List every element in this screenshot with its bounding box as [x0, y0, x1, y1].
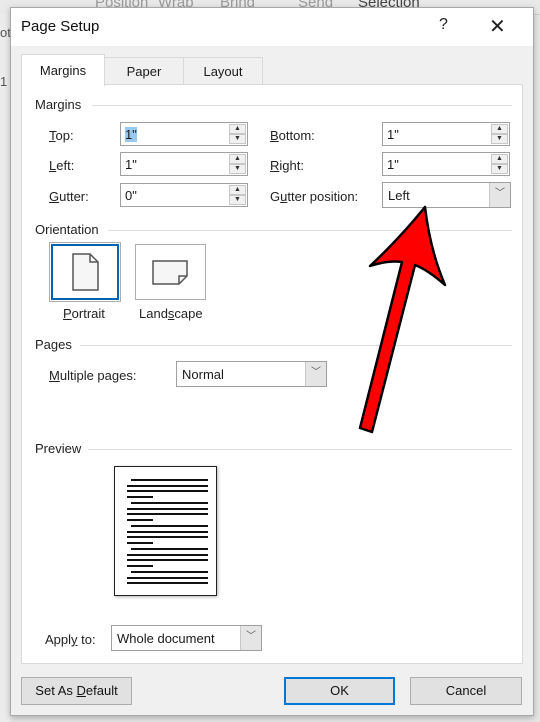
top-margin-spinner[interactable]: 1" ▲ ▼: [120, 122, 248, 146]
margins-group-title: Margins: [35, 97, 82, 112]
spin-down-icon[interactable]: ▼: [229, 164, 246, 174]
spin-up-icon[interactable]: ▲: [229, 124, 246, 134]
preview-line: [127, 496, 153, 498]
divider: [92, 105, 512, 106]
portrait-label[interactable]: Portrait: [63, 306, 105, 321]
title-bar: Page Setup ? ✕: [11, 8, 533, 46]
preview-line: [127, 554, 208, 556]
preview-line: [127, 536, 208, 538]
preview-line: [127, 485, 208, 487]
preview-line: [131, 548, 208, 550]
preview-line: [127, 565, 153, 567]
preview-line: [127, 582, 208, 584]
preview-line: [127, 531, 208, 533]
tab-margins[interactable]: Margins: [21, 54, 105, 86]
preview-line: [131, 525, 208, 527]
preview-line: [131, 479, 208, 481]
top-margin-value[interactable]: 1": [125, 127, 137, 142]
orientation-group-title: Orientation: [35, 222, 99, 237]
left-label: Left:: [49, 158, 75, 173]
page-setup-dialog: Page Setup ? ✕ Margins Paper Layout Marg…: [10, 7, 534, 716]
spin-down-icon[interactable]: ▼: [229, 134, 246, 144]
divider: [80, 345, 512, 346]
landscape-label[interactable]: Landscape: [139, 306, 203, 321]
chevron-down-icon[interactable]: ﹀: [240, 626, 261, 650]
ok-button[interactable]: OK: [284, 677, 395, 705]
gutter-value[interactable]: 0": [125, 188, 137, 203]
right-margin-value[interactable]: 1": [387, 157, 399, 172]
portrait-page-icon: [72, 253, 99, 291]
multiple-pages-label: Multiple pages:: [49, 368, 137, 383]
apply-to-combo[interactable]: Whole document ﹀: [111, 625, 262, 651]
preview-line: [127, 513, 208, 515]
preview-line: [127, 559, 208, 561]
spin-down-icon[interactable]: ▼: [491, 134, 508, 144]
preview-line: [131, 502, 208, 504]
pages-group-title: Pages: [35, 337, 72, 352]
apply-to-label: Apply to:: [45, 632, 96, 647]
portrait-button[interactable]: [49, 242, 121, 302]
help-button[interactable]: ?: [439, 16, 448, 34]
preview-line: [127, 519, 153, 521]
spin-up-icon[interactable]: ▲: [229, 154, 246, 164]
close-button[interactable]: ✕: [489, 14, 506, 39]
spin-up-icon[interactable]: ▲: [491, 124, 508, 134]
set-as-default-button[interactable]: Set As Default: [21, 677, 132, 705]
chevron-down-icon[interactable]: ﹀: [489, 183, 510, 207]
left-margin-value[interactable]: 1": [125, 157, 137, 172]
preview-line: [127, 490, 208, 492]
spin-up-icon[interactable]: ▲: [491, 154, 508, 164]
gutter-position-combo[interactable]: Left ﹀: [382, 182, 511, 208]
preview-line: [127, 508, 208, 510]
divider: [88, 449, 512, 450]
spin-down-icon[interactable]: ▼: [491, 164, 508, 174]
bottom-margin-spinner[interactable]: 1" ▲ ▼: [382, 122, 510, 146]
spin-down-icon[interactable]: ▼: [229, 195, 246, 205]
preview-line: [131, 571, 208, 573]
dialog-title: Page Setup: [21, 18, 100, 35]
top-label: Top:: [49, 128, 74, 143]
multiple-pages-value: Normal: [182, 367, 224, 382]
landscape-page-icon: [152, 260, 188, 285]
gutter-position-label: Gutter position:: [270, 189, 359, 204]
tab-paper[interactable]: Paper: [103, 57, 185, 85]
bottom-margin-value[interactable]: 1": [387, 127, 399, 142]
apply-to-value: Whole document: [117, 631, 215, 646]
margins-tab-panel: Margins Top: 1" ▲ ▼ Left: 1" ▲ ▼ Gutter: 0…: [21, 84, 523, 664]
left-margin-spinner[interactable]: 1" ▲ ▼: [120, 152, 248, 176]
multiple-pages-combo[interactable]: Normal ﹀: [176, 361, 327, 387]
chevron-down-icon[interactable]: ﹀: [305, 362, 326, 386]
tab-layout[interactable]: Layout: [183, 57, 263, 85]
preview-page-thumbnail: [114, 466, 217, 596]
gutter-label: Gutter:: [49, 189, 89, 204]
right-margin-spinner[interactable]: 1" ▲ ▼: [382, 152, 510, 176]
cancel-button[interactable]: Cancel: [410, 677, 522, 705]
preview-group-title: Preview: [35, 441, 82, 456]
landscape-button[interactable]: [135, 244, 206, 300]
preview-line: [127, 577, 208, 579]
gutter-spinner[interactable]: 0" ▲ ▼: [120, 183, 248, 207]
bottom-label: Bottom:: [270, 128, 315, 143]
preview-line: [127, 542, 153, 544]
spin-up-icon[interactable]: ▲: [229, 185, 246, 195]
right-label: Right:: [270, 158, 304, 173]
left-fragment: 1: [0, 74, 8, 89]
gutter-position-value: Left: [388, 188, 410, 203]
divider: [108, 230, 512, 231]
